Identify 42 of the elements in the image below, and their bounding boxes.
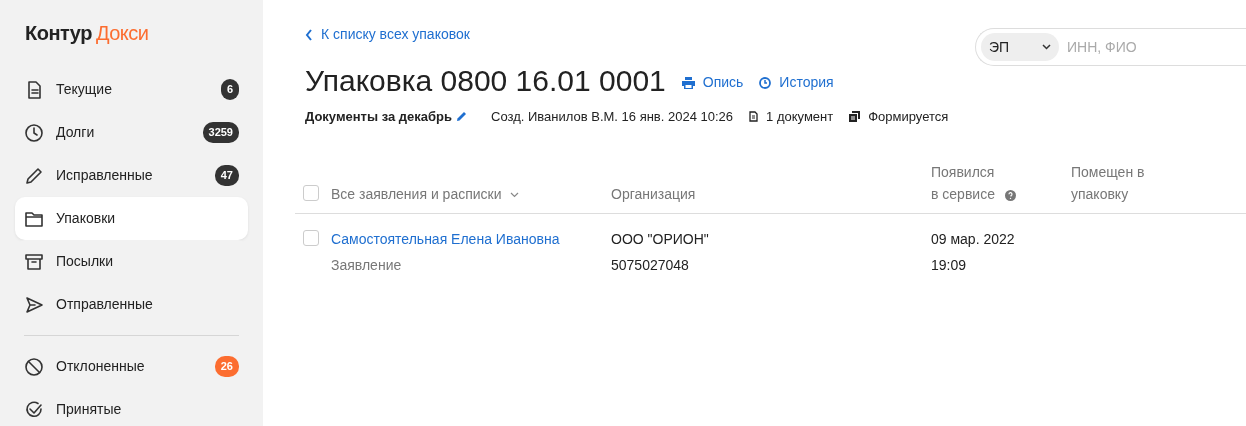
count-badge: 26 (214, 356, 239, 377)
filter-dropdown[interactable]: ЭП (981, 33, 1059, 61)
send-icon (24, 294, 44, 315)
archive-box-icon (24, 251, 44, 272)
count-badge: 6 (220, 79, 239, 100)
package-name: Документы за декабрь (305, 107, 453, 126)
chevron-left-icon (305, 28, 313, 41)
title-link[interactable]: История (759, 72, 834, 93)
chevron-down-icon (1042, 44, 1051, 50)
clock-icon (759, 76, 772, 89)
printer-icon (681, 76, 695, 89)
blocked-icon (24, 356, 44, 377)
document-type: Заявление (331, 256, 403, 275)
column-header: Появился в сервисе (931, 163, 996, 204)
column-header: Организация (611, 185, 697, 204)
row-checkbox[interactable] (303, 230, 319, 246)
page-title: Упаковка 0800 16.01 0001 (305, 62, 666, 99)
select-all-checkbox[interactable] (303, 185, 319, 201)
chevron-down-icon (509, 191, 519, 198)
back-link[interactable]: К списку всех упаковок (305, 24, 470, 45)
logo: Контур Докси (24, 21, 150, 46)
clock-icon (24, 122, 44, 143)
title-link[interactable]: Опись (681, 72, 744, 93)
person-link[interactable]: Самостоятельная Елена Ивановна (331, 226, 611, 252)
organization-name: ООО "ОРИОН" (611, 230, 710, 249)
check-circle-icon (24, 399, 44, 420)
pencil-icon (24, 165, 44, 186)
document-icon (749, 110, 759, 122)
column-filter[interactable]: Все заявления и расписки (331, 184, 611, 205)
status-text: Формируется (868, 107, 949, 126)
stack-icon (849, 110, 861, 122)
pencil-icon[interactable] (456, 110, 468, 122)
count-badge: 3259 (202, 122, 239, 143)
time-text: 19:09 (931, 256, 968, 275)
created-info: Созд. Иванилов В.М. 16 янв. 2024 10:26 (491, 107, 734, 126)
column-header: Помещен в упаковку (1071, 163, 1146, 204)
help-icon[interactable] (1005, 190, 1016, 201)
document-count: 1 документ (766, 107, 834, 126)
date-text: 09 мар. 2022 (931, 230, 1016, 249)
sidebar-item[interactable]: Упаковки (15, 197, 248, 240)
inn-number: 5075027048 (611, 256, 690, 275)
count-badge: 47 (214, 165, 239, 186)
